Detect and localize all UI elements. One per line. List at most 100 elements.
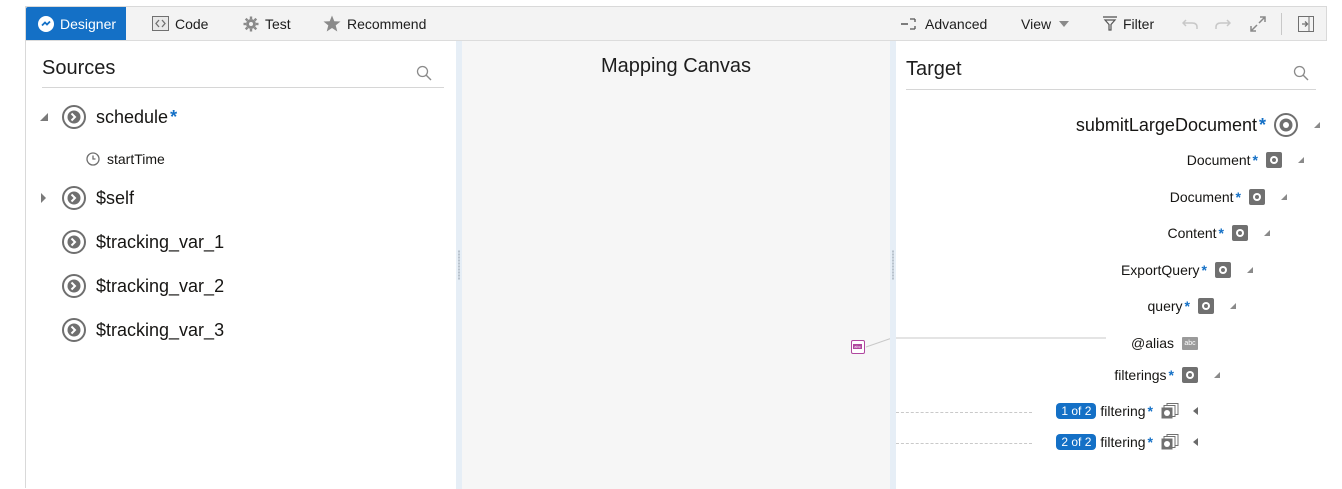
designer-tab[interactable]: Designer — [26, 7, 127, 40]
required-marker: * — [1201, 262, 1207, 278]
required-marker: * — [1218, 225, 1224, 241]
source-node-starttime[interactable]: startTime — [86, 151, 165, 167]
flow-node-icon — [62, 105, 86, 129]
target-panel: Target submitLargeDocument * Document * Do… — [896, 41, 1328, 489]
target-label: submitLargeDocument — [1075, 114, 1257, 135]
recommend-tab-label: Recommend — [347, 15, 427, 32]
required-marker: * — [1235, 189, 1241, 205]
source-label: startTime — [107, 151, 165, 167]
node-triangle-icon — [1264, 230, 1270, 236]
toolbar: Designer Code Test Recommend Advanced Vi… — [26, 7, 1326, 41]
target-connector-lines — [896, 337, 1106, 339]
source-label: $tracking_var_3 — [96, 319, 225, 340]
mapper-frame: Designer Code Test Recommend Advanced Vi… — [25, 6, 1328, 489]
node-triangle-icon — [1298, 157, 1304, 163]
star-icon — [323, 15, 341, 32]
sources-divider — [42, 87, 444, 88]
repeating-element-icon — [1161, 403, 1179, 419]
sources-panel: Sources schedule * startTime $self $track… — [26, 41, 456, 489]
target-root-node[interactable]: submitLargeDocument * — [1076, 113, 1320, 137]
splitter-grip[interactable] — [892, 250, 894, 280]
repeat-badge[interactable]: 1 of 2 — [1056, 403, 1097, 419]
element-node-icon — [1198, 298, 1214, 314]
source-node-schedule[interactable]: schedule * — [40, 105, 177, 129]
source-node-tracking-var-2[interactable]: $tracking_var_2 — [62, 274, 224, 298]
mapping-line — [865, 338, 890, 348]
required-marker: * — [1168, 367, 1174, 383]
redo-button[interactable] — [1215, 7, 1237, 40]
target-node-content[interactable]: Content * — [1167, 225, 1270, 241]
target-label: filtering — [1100, 434, 1146, 450]
target-node-document-2[interactable]: Document * — [1170, 189, 1287, 205]
recommend-tab[interactable]: Recommend — [323, 7, 426, 40]
target-label: filterings — [1114, 367, 1167, 383]
element-node-icon — [1215, 262, 1231, 278]
target-node-exportquery[interactable]: ExportQuery * — [1121, 262, 1253, 278]
clock-icon — [86, 152, 100, 166]
sources-title: Sources — [42, 57, 116, 79]
designer-icon — [38, 15, 54, 32]
source-label: $tracking_var_2 — [96, 275, 225, 296]
element-node-icon — [1249, 189, 1265, 205]
flow-node-icon — [62, 186, 86, 210]
collapse-left-icon[interactable] — [1193, 438, 1198, 446]
collapse-panel-button[interactable] — [1298, 7, 1320, 40]
required-marker: * — [1258, 114, 1266, 135]
element-node-icon — [1182, 367, 1198, 383]
view-menu[interactable]: View — [1021, 7, 1075, 40]
filter-button[interactable]: Filter — [1103, 7, 1154, 40]
panel-collapse-icon — [1298, 15, 1314, 32]
node-triangle-icon — [1314, 122, 1320, 128]
source-node-tracking-var-1[interactable]: $tracking_var_1 — [62, 230, 224, 254]
code-tab[interactable]: Code — [152, 7, 208, 40]
filter-icon — [1103, 16, 1117, 31]
target-node-alias[interactable]: @alias abc — [1131, 335, 1198, 351]
target-node-filterings[interactable]: filterings * — [1114, 367, 1220, 383]
node-triangle-icon — [1247, 267, 1253, 273]
required-marker: * — [1184, 298, 1190, 314]
repeat-badge[interactable]: 2 of 2 — [1056, 434, 1097, 450]
target-node-filtering-1[interactable]: 1 of 2 filtering * — [1056, 403, 1198, 419]
required-marker: * — [1147, 434, 1153, 450]
source-label: $tracking_var_1 — [96, 231, 225, 252]
search-icon[interactable] — [416, 65, 432, 81]
target-label: Document — [1169, 189, 1234, 205]
mapping-canvas[interactable]: Mapping Canvas abc — [462, 41, 890, 489]
target-node-query[interactable]: query * — [1148, 298, 1236, 314]
abc-icon: abc — [1182, 336, 1198, 350]
flow-node-icon — [62, 318, 86, 342]
collapse-left-icon[interactable] — [1193, 407, 1198, 415]
target-node-filtering-2[interactable]: 2 of 2 filtering * — [1056, 434, 1198, 450]
splitter-grip[interactable] — [458, 250, 460, 280]
designer-tab-label: Designer — [60, 15, 117, 32]
test-tab[interactable]: Test — [243, 7, 291, 40]
element-node-icon — [1266, 152, 1282, 168]
target-label: ExportQuery — [1120, 262, 1200, 278]
element-node-icon — [1232, 225, 1248, 241]
advanced-label: Advanced — [925, 15, 988, 32]
collapse-triangle-icon[interactable] — [40, 113, 48, 121]
source-node-tracking-var-3[interactable]: $tracking_var_3 — [62, 318, 224, 342]
target-label: Document — [1186, 152, 1251, 168]
expand-triangle-icon[interactable] — [40, 193, 48, 203]
undo-button[interactable] — [1182, 7, 1204, 40]
expand-button[interactable] — [1250, 7, 1272, 40]
target-root-icon — [1274, 113, 1298, 137]
target-label: Content — [1167, 225, 1217, 241]
node-triangle-icon — [1230, 303, 1236, 309]
code-icon — [152, 16, 169, 31]
view-label: View — [1021, 15, 1052, 32]
gear-icon — [243, 16, 259, 31]
source-node-self[interactable]: $self — [40, 186, 134, 210]
target-label: @alias — [1130, 335, 1174, 351]
required-marker: * — [1252, 152, 1258, 168]
repeating-element-icon — [1161, 434, 1179, 450]
filter-label: Filter — [1123, 15, 1155, 32]
advanced-button[interactable]: Advanced — [901, 7, 987, 40]
flow-node-icon — [62, 230, 86, 254]
node-triangle-icon — [1281, 194, 1287, 200]
required-marker: * — [1147, 403, 1153, 419]
flow-node-icon — [62, 274, 86, 298]
target-label: query — [1147, 298, 1183, 314]
target-node-document-1[interactable]: Document * — [1187, 152, 1304, 168]
